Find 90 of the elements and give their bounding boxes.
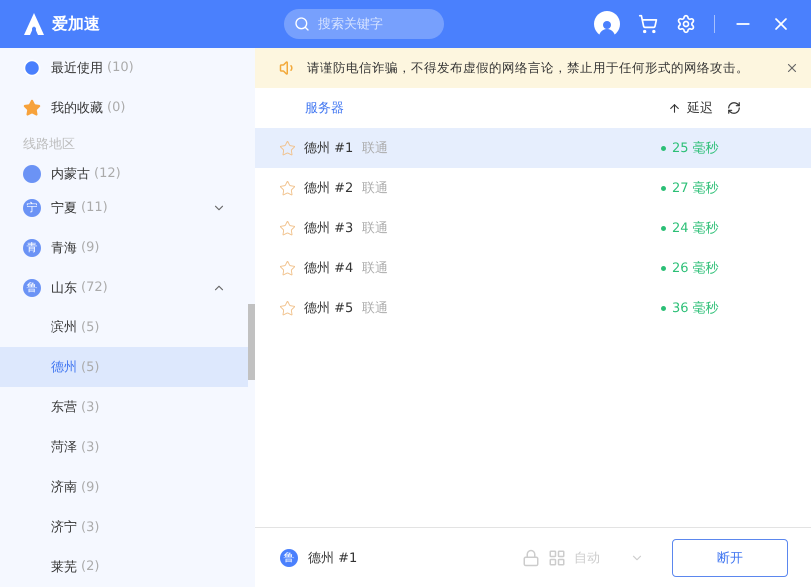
item-label: 东营 bbox=[51, 399, 77, 416]
item-label: 青海 bbox=[51, 240, 77, 257]
region-item[interactable]: 宁 宁夏 (11) bbox=[0, 188, 248, 228]
avatar-icon[interactable] bbox=[594, 11, 620, 37]
region-item[interactable]: 鲁 山东 (72) bbox=[0, 268, 248, 308]
item-count: (3) bbox=[81, 400, 100, 415]
item-label: 莱芜 bbox=[51, 558, 77, 576]
status-dot bbox=[661, 146, 666, 150]
current-server: 德州 #1 bbox=[308, 550, 358, 566]
item-label: 内蒙古 bbox=[51, 166, 90, 183]
search-field[interactable]: 搜索关键字 bbox=[284, 9, 444, 39]
latency-value: 36 毫秒 bbox=[672, 300, 719, 317]
item-count: (9) bbox=[81, 240, 100, 256]
refresh-icon[interactable] bbox=[727, 101, 741, 115]
status-dot bbox=[661, 266, 666, 270]
item-label: 济宁 bbox=[51, 519, 77, 536]
city-item[interactable]: 滨州 (5) bbox=[0, 308, 248, 348]
server-name: 德州 #2 bbox=[304, 180, 354, 197]
item-count: (5) bbox=[81, 360, 100, 375]
sidebar-item[interactable]: 最近使用 (10) bbox=[0, 48, 248, 88]
scrollbar[interactable] bbox=[248, 304, 255, 380]
region-item[interactable]: 内蒙古 (12) bbox=[0, 160, 248, 188]
item-label: 山东 bbox=[51, 280, 77, 297]
status-dot bbox=[661, 226, 666, 230]
server-row[interactable]: 德州 #1 联通 25 毫秒 bbox=[255, 128, 811, 168]
item-count: (3) bbox=[81, 520, 100, 535]
item-count: (72) bbox=[81, 280, 108, 296]
city-item[interactable]: 莱芜 (2) bbox=[0, 547, 248, 587]
latency-value: 27 毫秒 bbox=[672, 180, 719, 197]
sidebar-item[interactable]: 我的收藏 (0) bbox=[0, 88, 248, 128]
grid-icon bbox=[548, 548, 566, 566]
item-count: (9) bbox=[81, 480, 100, 495]
star-icon[interactable] bbox=[279, 300, 296, 316]
item-label: 我的收藏 bbox=[51, 100, 103, 117]
status-dot bbox=[661, 186, 666, 190]
server-name: 德州 #5 bbox=[304, 300, 354, 317]
carrier-label: 联通 bbox=[362, 300, 388, 317]
disconnect-button[interactable]: 断开 bbox=[672, 538, 788, 576]
region-badge: 鲁 bbox=[280, 548, 298, 566]
sort-arrow-icon bbox=[668, 102, 681, 114]
city-item[interactable]: 德州 (5) bbox=[0, 347, 248, 388]
star-icon[interactable] bbox=[279, 220, 296, 236]
latency-value: 26 毫秒 bbox=[672, 260, 719, 277]
carrier-label: 联通 bbox=[362, 220, 388, 237]
server-name: 德州 #4 bbox=[304, 260, 354, 277]
star-icon[interactable] bbox=[279, 180, 296, 196]
region-badge: 鲁 bbox=[23, 278, 41, 297]
cart-icon[interactable] bbox=[638, 14, 658, 34]
server-name: 德州 #1 bbox=[304, 140, 354, 157]
item-label: 宁夏 bbox=[51, 200, 77, 217]
star-icon[interactable] bbox=[279, 140, 296, 156]
logo-icon bbox=[22, 12, 46, 36]
region-badge bbox=[23, 164, 41, 183]
city-item[interactable]: 东营 (3) bbox=[0, 387, 248, 428]
item-count: (11) bbox=[81, 200, 108, 216]
carrier-label: 联通 bbox=[362, 260, 388, 277]
star-icon[interactable] bbox=[279, 260, 296, 276]
region-item[interactable]: 青 青海 (9) bbox=[0, 228, 248, 268]
server-name: 德州 #3 bbox=[304, 220, 354, 237]
carrier-label: 联通 bbox=[362, 140, 388, 157]
column-header[interactable]: 延迟 bbox=[687, 99, 713, 117]
item-label: 菏泽 bbox=[51, 439, 77, 456]
search-icon bbox=[294, 16, 310, 32]
column-header[interactable]: 服务器 bbox=[305, 99, 344, 117]
notice-text: 请谨防电信诈骗，不得发布虚假的网络言论，禁止用于任何形式的网络攻击。 bbox=[307, 60, 750, 76]
latency-value: 24 毫秒 bbox=[672, 220, 719, 237]
item-label: 济南 bbox=[51, 479, 77, 496]
item-count: (5) bbox=[81, 320, 100, 335]
close-icon[interactable] bbox=[785, 61, 799, 75]
item-label: 最近使用 bbox=[51, 60, 103, 77]
item-label: 德州 bbox=[51, 359, 77, 376]
latency-value: 25 毫秒 bbox=[672, 140, 719, 157]
carrier-label: 联通 bbox=[362, 180, 388, 197]
item-count: (10) bbox=[107, 60, 134, 76]
status-dot bbox=[661, 306, 666, 310]
search-field[interactable]: 搜索关键字 bbox=[316, 16, 426, 32]
item-count: (2) bbox=[81, 559, 100, 574]
item-label: 滨州 bbox=[51, 319, 77, 336]
city-item[interactable]: 济南 (9) bbox=[0, 467, 248, 508]
item-count: (0) bbox=[107, 100, 126, 116]
settings-icon[interactable] bbox=[676, 14, 696, 34]
star-icon bbox=[23, 98, 41, 117]
item-count: (3) bbox=[81, 440, 100, 455]
item-count: (12) bbox=[94, 166, 121, 182]
region-badge: 青 bbox=[23, 238, 41, 257]
app-name: 爱加速 bbox=[52, 14, 100, 34]
region-badge: 宁 bbox=[23, 198, 41, 217]
city-item[interactable]: 菏泽 (3) bbox=[0, 427, 248, 468]
section-title: 线路地区 bbox=[22, 136, 76, 154]
city-item[interactable]: 济宁 (3) bbox=[0, 507, 248, 548]
